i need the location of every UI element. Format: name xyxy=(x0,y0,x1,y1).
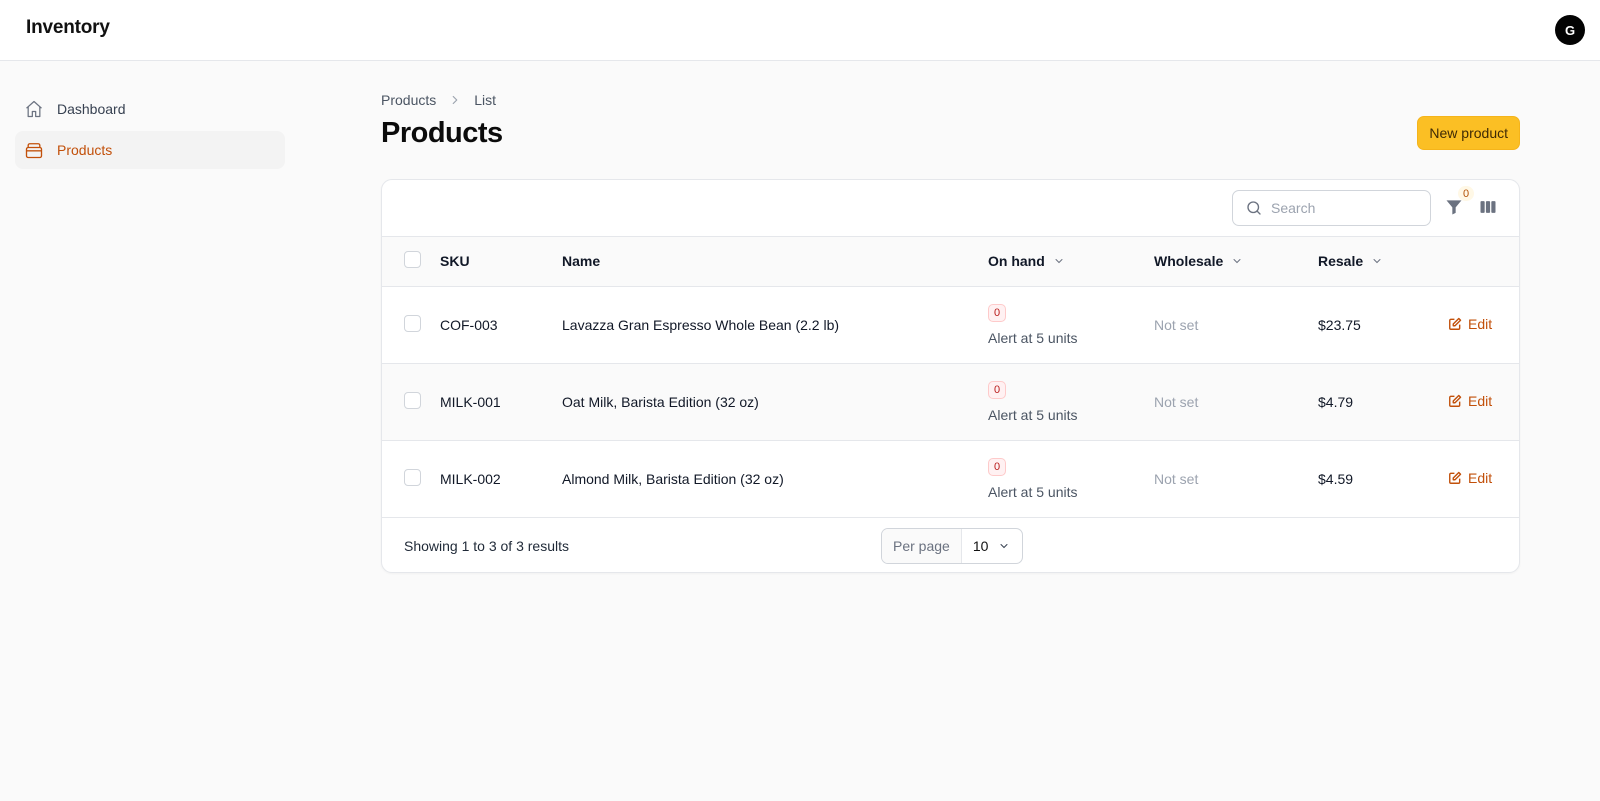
cell-sku: COF-003 xyxy=(440,316,498,333)
sidebar-item-label: Products xyxy=(57,142,113,158)
chevron-right-icon xyxy=(448,93,462,107)
cell-sku: MILK-002 xyxy=(440,470,501,487)
cell-name: Lavazza Gran Espresso Whole Bean (2.2 lb… xyxy=(562,316,840,333)
per-page-dropdown[interactable]: 10 xyxy=(962,529,1023,563)
page-title: Products xyxy=(381,117,503,149)
stock-count-badge: 0 xyxy=(988,304,1007,322)
sidebar: Dashboard Products xyxy=(15,90,285,172)
cell-wholesale: Not set xyxy=(1154,470,1199,487)
edit-icon xyxy=(1448,394,1462,408)
products-table-card: Search 0 SKU Name On hand Wholesale Resa… xyxy=(381,179,1520,573)
per-page-select[interactable]: Per page 10 xyxy=(881,527,1024,564)
stock-count-badge: 0 xyxy=(988,458,1007,476)
edit-label: Edit xyxy=(1468,392,1493,409)
column-header-label: Resale xyxy=(1318,253,1364,270)
select-all-checkbox[interactable] xyxy=(404,251,421,269)
edit-label: Edit xyxy=(1468,469,1493,486)
per-page-value: 10 xyxy=(972,537,989,554)
chevron-down-icon xyxy=(998,540,1010,552)
edit-icon xyxy=(1448,317,1462,331)
row-checkbox[interactable] xyxy=(404,391,421,409)
table-row[interactable]: COF-003 Lavazza Gran Espresso Whole Bean… xyxy=(382,286,1519,363)
edit-label: Edit xyxy=(1468,315,1493,332)
column-header-label: On hand xyxy=(988,253,1045,270)
stock-alert-text: Alert at 5 units xyxy=(988,407,1078,423)
stock-count-badge: 0 xyxy=(988,381,1007,399)
table-toolbar: Search 0 xyxy=(382,180,1519,237)
breadcrumb-item-products[interactable]: Products xyxy=(381,92,436,108)
edit-button[interactable]: Edit xyxy=(1448,393,1492,409)
edit-icon xyxy=(1448,471,1462,485)
stock-alert-text: Alert at 5 units xyxy=(988,330,1078,346)
cell-sku: MILK-001 xyxy=(440,393,501,410)
top-bar: Inventory G xyxy=(0,0,1600,61)
new-product-button[interactable]: New product xyxy=(1417,116,1520,150)
search-input[interactable]: Search xyxy=(1232,190,1431,226)
cell-resale: $23.75 xyxy=(1318,316,1361,333)
table-row[interactable]: MILK-002 Almond Milk, Barista Edition (3… xyxy=(382,440,1519,517)
edit-button[interactable]: Edit xyxy=(1448,470,1492,486)
cell-name: Almond Milk, Barista Edition (32 oz) xyxy=(562,470,784,487)
sidebar-item-label: Dashboard xyxy=(57,101,126,117)
filter-count-badge: 0 xyxy=(1458,186,1474,201)
user-avatar[interactable]: G xyxy=(1555,15,1585,45)
search-placeholder: Search xyxy=(1271,200,1316,216)
sidebar-item-products[interactable]: Products xyxy=(15,131,285,169)
column-header-sku: SKU xyxy=(440,253,470,270)
table-row[interactable]: MILK-001 Oat Milk, Barista Edition (32 o… xyxy=(382,363,1519,440)
column-header-wholesale[interactable]: Wholesale xyxy=(1154,253,1243,269)
per-page-label: Per page xyxy=(882,528,962,563)
chevron-down-icon xyxy=(1371,255,1383,267)
edit-button[interactable]: Edit xyxy=(1448,316,1492,332)
table-footer: Showing 1 to 3 of 3 results Per page 10 xyxy=(382,518,1519,573)
cell-resale: $4.59 xyxy=(1318,470,1354,487)
results-summary: Showing 1 to 3 of 3 results xyxy=(404,537,569,554)
table-header-row: SKU Name On hand Wholesale Resale xyxy=(382,237,1519,286)
breadcrumb: Products List xyxy=(381,90,1520,110)
search-icon xyxy=(1245,199,1263,217)
box-icon xyxy=(24,140,44,160)
stock-alert-text: Alert at 5 units xyxy=(988,484,1078,500)
column-header-resale[interactable]: Resale xyxy=(1318,253,1383,269)
cell-wholesale: Not set xyxy=(1154,393,1199,410)
breadcrumb-item-list: List xyxy=(474,92,497,108)
column-header-label: Wholesale xyxy=(1154,253,1224,270)
row-checkbox[interactable] xyxy=(404,314,421,332)
sidebar-item-dashboard[interactable]: Dashboard xyxy=(15,90,285,128)
cell-name: Oat Milk, Barista Edition (32 oz) xyxy=(562,393,759,410)
row-checkbox[interactable] xyxy=(404,468,421,486)
columns-icon[interactable] xyxy=(1478,197,1500,219)
cell-resale: $4.79 xyxy=(1318,393,1354,410)
chevron-down-icon xyxy=(1053,255,1065,267)
column-header-on-hand[interactable]: On hand xyxy=(988,253,1065,269)
app-title: Inventory xyxy=(26,17,110,38)
column-header-name: Name xyxy=(562,253,601,270)
home-icon xyxy=(24,99,44,119)
chevron-down-icon xyxy=(1231,255,1243,267)
products-table: SKU Name On hand Wholesale Resale COF-00… xyxy=(382,237,1519,518)
cell-wholesale: Not set xyxy=(1154,316,1199,333)
main-content: Products List Products New product xyxy=(381,90,1520,150)
